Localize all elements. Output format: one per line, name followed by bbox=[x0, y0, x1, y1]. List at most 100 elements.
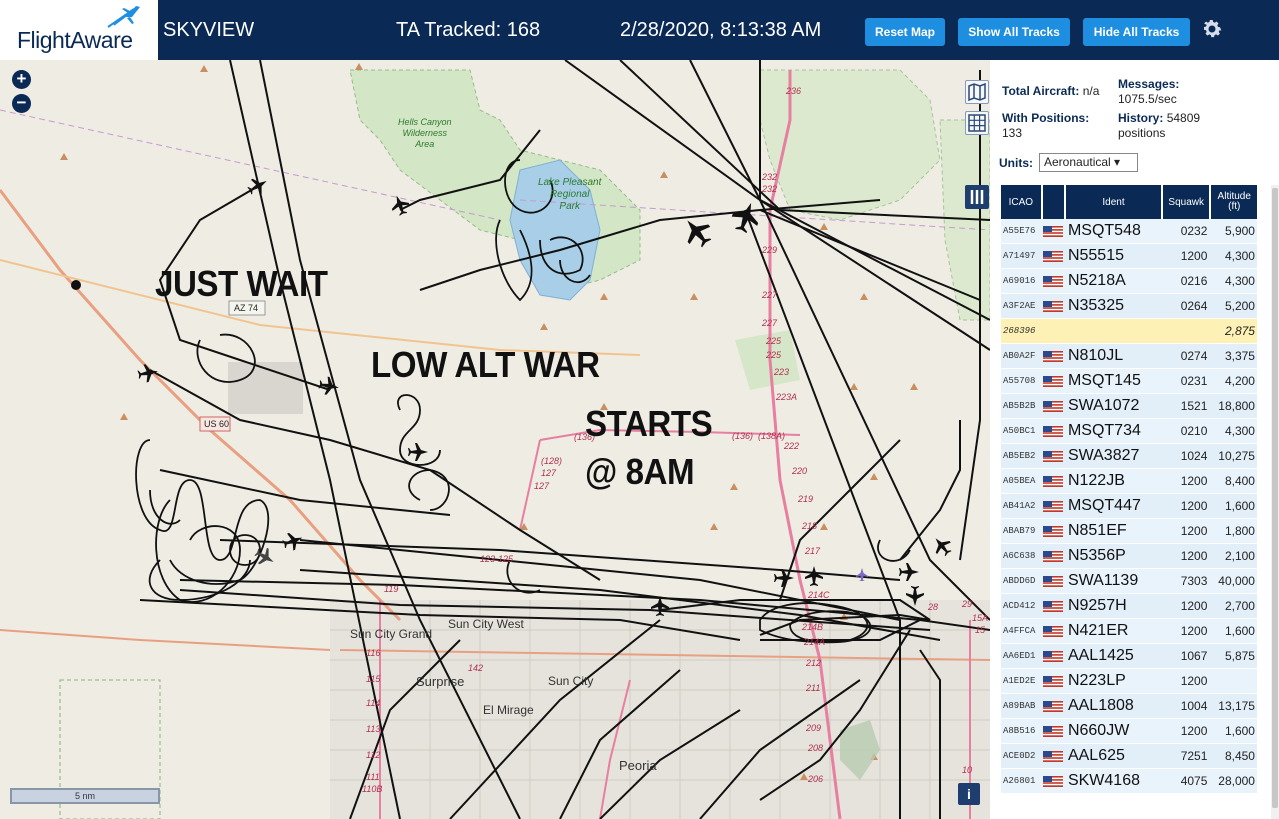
table-row[interactable]: AB5EB2 SWA3827 1024 10,275 bbox=[1001, 444, 1257, 469]
table-body: A55E76 MSQT548 0232 5,900 A71497 N55515 1200 4,… bbox=[1001, 219, 1257, 794]
table-row[interactable]: A4FFCA N421ER 1200 1,600 bbox=[1001, 619, 1257, 644]
cell-icao: A8B516 bbox=[1003, 726, 1036, 736]
table-row[interactable]: A71497 N55515 1200 4,300 bbox=[1001, 244, 1257, 269]
cell-altitude: 3,375 bbox=[1224, 349, 1255, 363]
us-flag-icon bbox=[1042, 400, 1063, 412]
cell-ident: N660JW bbox=[1067, 722, 1130, 739]
table-row[interactable]: A26801 SKW4168 4075 28,000 bbox=[1001, 769, 1257, 794]
us-flag-icon bbox=[1042, 675, 1063, 687]
table-row[interactable]: A69016 N5218A 0216 4,300 bbox=[1001, 269, 1257, 294]
cell-flag bbox=[1042, 619, 1066, 644]
cell-icao: ABAB79 bbox=[1003, 526, 1036, 536]
cell-squawk: 1200 bbox=[1180, 599, 1208, 613]
cell-squawk: 1024 bbox=[1180, 449, 1208, 463]
cell-flag bbox=[1042, 419, 1066, 444]
skyview-app: FlightAware SKYVIEW TA Tracked: 168 2/28… bbox=[0, 0, 1279, 819]
map-layers-button[interactable] bbox=[965, 80, 989, 104]
column-ident[interactable]: Ident bbox=[1066, 185, 1163, 219]
table-row[interactable]: A50BC1 MSQT734 0210 4,300 bbox=[1001, 419, 1257, 444]
road-label: 125 bbox=[498, 554, 514, 564]
road-label: 225 bbox=[766, 336, 782, 346]
column-altitude[interactable]: Altitude (ft) bbox=[1211, 185, 1257, 219]
table-row[interactable]: ABAB79 N851EF 1200 1,800 bbox=[1001, 519, 1257, 544]
table-row[interactable]: A8B516 N660JW 1200 1,600 bbox=[1001, 719, 1257, 744]
us60-label: US 60 bbox=[204, 419, 230, 429]
hide-all-tracks-button[interactable]: Hide All Tracks bbox=[1083, 18, 1190, 46]
label-sun-city: Sun City bbox=[548, 674, 594, 688]
cell-altitude: 5,875 bbox=[1224, 649, 1255, 663]
cell-icao: A55E76 bbox=[1003, 226, 1036, 236]
table-row[interactable]: ABDD6D SWA1139 7303 40,000 bbox=[1001, 569, 1257, 594]
cell-altitude: 1,600 bbox=[1224, 724, 1255, 738]
zoom-in-button[interactable]: + bbox=[12, 70, 31, 89]
flightaware-logo[interactable]: FlightAware bbox=[0, 0, 158, 60]
toggle-panel-button[interactable] bbox=[965, 185, 989, 209]
airfield-area bbox=[228, 362, 303, 414]
cell-squawk: 1200 bbox=[1180, 474, 1208, 488]
us-flag-icon bbox=[1042, 575, 1063, 587]
table-row[interactable]: A3F2AE N35325 0264 5,200 bbox=[1001, 294, 1257, 319]
cell-flag bbox=[1042, 669, 1066, 694]
cell-altitude: 4,300 bbox=[1224, 424, 1255, 438]
brand-name: FlightAware bbox=[17, 27, 133, 53]
table-row[interactable]: A05BEA N122JB 1200 8,400 bbox=[1001, 469, 1257, 494]
zoom-out-button[interactable]: − bbox=[12, 94, 31, 113]
gear-icon[interactable] bbox=[1200, 17, 1224, 41]
info-button[interactable]: i bbox=[958, 783, 980, 805]
cell-squawk: 1200 bbox=[1180, 524, 1208, 538]
cell-ident: N35325 bbox=[1067, 297, 1124, 314]
reset-map-button[interactable]: Reset Map bbox=[865, 18, 945, 46]
road-label: 127 bbox=[541, 468, 557, 478]
cell-ident: SKW4168 bbox=[1067, 772, 1140, 789]
grid-toggle-button[interactable] bbox=[965, 111, 989, 135]
cell-altitude: 1,600 bbox=[1224, 499, 1255, 513]
table-row[interactable]: ACD412 N9257H 1200 2,700 bbox=[1001, 594, 1257, 619]
table-row[interactable]: A55708 MSQT145 0231 4,200 bbox=[1001, 369, 1257, 394]
road-label: 116 bbox=[366, 648, 381, 658]
table-row[interactable]: AB0A2F N810JL 0274 3,375 bbox=[1001, 344, 1257, 369]
table-row[interactable]: ACE0D2 AAL625 7251 8,450 bbox=[1001, 744, 1257, 769]
map-view[interactable]: AZ 74 US 60 Hells Canyon Wilderness Area… bbox=[0, 60, 990, 819]
cell-altitude: 8,400 bbox=[1224, 474, 1255, 488]
with-positions-value: 133 bbox=[1002, 126, 1023, 140]
cell-icao: ACE0D2 bbox=[1003, 751, 1036, 761]
cell-flag bbox=[1042, 394, 1066, 419]
cell-flag bbox=[1042, 644, 1066, 669]
table-row[interactable]: AA6ED1 AAL1425 1067 5,875 bbox=[1001, 644, 1257, 669]
column-squawk[interactable]: Squawk bbox=[1162, 185, 1212, 219]
table-scrollbar[interactable] bbox=[1271, 185, 1279, 819]
cell-ident: N5356P bbox=[1067, 547, 1126, 564]
cell-ident: N421ER bbox=[1067, 622, 1129, 639]
us-flag-icon bbox=[1042, 775, 1063, 787]
cell-icao: A6C638 bbox=[1003, 551, 1036, 561]
table-row[interactable]: A6C638 N5356P 1200 2,100 bbox=[1001, 544, 1257, 569]
units-select[interactable]: Aeronautical ▾ bbox=[1039, 153, 1138, 172]
cell-ident: SWA3827 bbox=[1067, 447, 1140, 464]
table-row[interactable]: A1ED2E N223LP 1200 bbox=[1001, 669, 1257, 694]
plane-icon bbox=[731, 202, 759, 234]
table-row[interactable]: AB5B2B SWA1072 1521 18,800 bbox=[1001, 394, 1257, 419]
cell-ident: N223LP bbox=[1067, 672, 1126, 689]
cell-altitude: 4,200 bbox=[1224, 374, 1255, 388]
road-label: 111 bbox=[366, 772, 380, 782]
table-row[interactable]: AB41A2 MSQT447 1200 1,600 bbox=[1001, 494, 1257, 519]
cell-icao: AB41A2 bbox=[1003, 501, 1036, 511]
cell-ident: AAL625 bbox=[1067, 747, 1125, 764]
cell-squawk: 1200 bbox=[1180, 499, 1208, 513]
cell-icao: AB5EB2 bbox=[1003, 451, 1036, 461]
show-all-tracks-button[interactable]: Show All Tracks bbox=[958, 18, 1070, 46]
table-row[interactable]: A89BAB AAL1808 1004 13,175 bbox=[1001, 694, 1257, 719]
road-label: 236 bbox=[786, 86, 802, 96]
cell-icao: AB0A2F bbox=[1003, 351, 1036, 361]
road-label: 214C bbox=[808, 590, 830, 600]
cell-ident: SWA1139 bbox=[1067, 572, 1139, 589]
history-label: History: bbox=[1118, 111, 1164, 125]
table-row[interactable]: 268396 2,875 bbox=[1001, 319, 1257, 344]
columns-icon bbox=[970, 190, 984, 204]
scale-bar: 5 nm bbox=[10, 788, 160, 804]
column-icao[interactable]: ICAO bbox=[1001, 185, 1043, 219]
scroll-thumb[interactable] bbox=[1272, 188, 1278, 808]
table-row[interactable]: A55E76 MSQT548 0232 5,900 bbox=[1001, 219, 1257, 244]
cell-altitude: 2,700 bbox=[1224, 599, 1255, 613]
cell-ident: AAL1425 bbox=[1067, 647, 1134, 664]
